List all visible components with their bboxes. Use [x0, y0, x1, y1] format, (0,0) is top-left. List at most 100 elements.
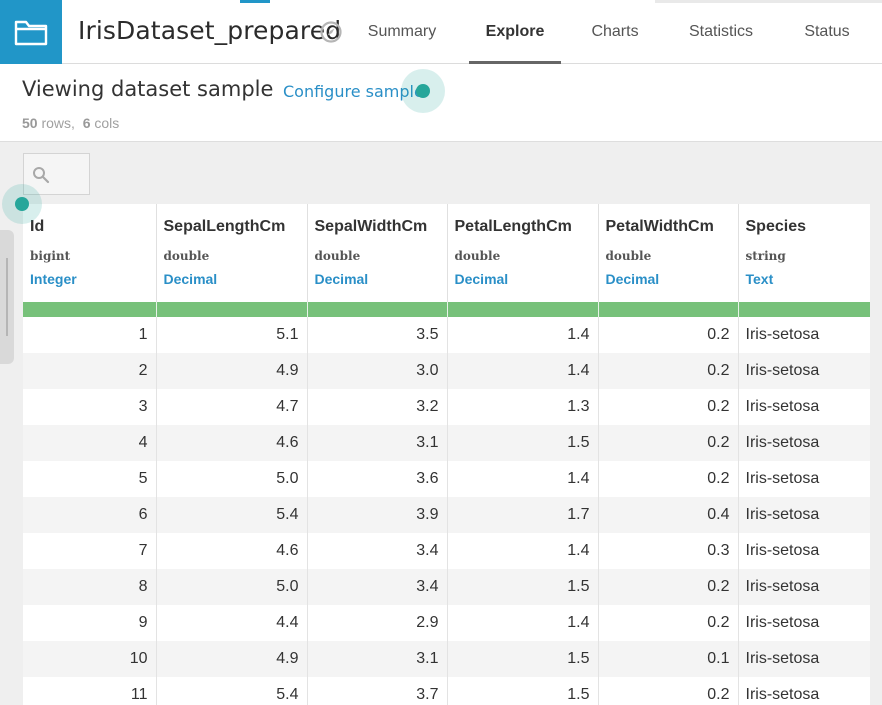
- column-meaning[interactable]: Integer: [30, 271, 156, 287]
- table-cell[interactable]: 0.2: [598, 353, 739, 389]
- table-cell[interactable]: 1: [23, 317, 157, 353]
- table-cell[interactable]: 2: [23, 353, 157, 389]
- table-cell[interactable]: 3.6: [307, 461, 448, 497]
- table-cell[interactable]: 1.5: [447, 677, 599, 705]
- table-cell[interactable]: 4.6: [156, 425, 308, 461]
- tab-charts[interactable]: Charts: [575, 0, 655, 64]
- table-cell[interactable]: 1.4: [447, 353, 599, 389]
- table-cell[interactable]: 5.4: [156, 677, 308, 705]
- table-cell[interactable]: 6: [23, 497, 157, 533]
- table-cell[interactable]: 1.5: [447, 425, 599, 461]
- table-cell[interactable]: 1.5: [447, 569, 599, 605]
- tab-statistics[interactable]: Statistics: [672, 0, 770, 64]
- table-cell[interactable]: 8: [23, 569, 157, 605]
- table-cell[interactable]: 3.4: [307, 569, 448, 605]
- column-meaning[interactable]: Decimal: [315, 271, 447, 287]
- table-cell[interactable]: Iris-setosa: [738, 497, 870, 533]
- table-cell[interactable]: 0.2: [598, 425, 739, 461]
- column-name[interactable]: Species: [746, 218, 871, 236]
- column-header-id[interactable]: Id bigint Integer: [23, 204, 157, 302]
- table-cell[interactable]: Iris-setosa: [738, 425, 870, 461]
- column-header-sepal-width[interactable]: SepalWidthCm double Decimal: [307, 204, 448, 302]
- table-cell[interactable]: 0.2: [598, 677, 739, 705]
- quality-bar[interactable]: [23, 302, 157, 317]
- column-meaning[interactable]: Decimal: [164, 271, 307, 287]
- table-cell[interactable]: Iris-setosa: [738, 677, 870, 705]
- table-cell[interactable]: 0.1: [598, 641, 739, 677]
- quality-bar[interactable]: [156, 302, 308, 317]
- tab-status[interactable]: Status: [790, 0, 864, 64]
- table-cell[interactable]: 10: [23, 641, 157, 677]
- table-cell[interactable]: 3: [23, 389, 157, 425]
- table-cell[interactable]: 3.7: [307, 677, 448, 705]
- table-cell[interactable]: 4.6: [156, 533, 308, 569]
- side-panel-handle[interactable]: [0, 230, 14, 364]
- table-cell[interactable]: Iris-setosa: [738, 461, 870, 497]
- column-meaning[interactable]: Decimal: [455, 271, 598, 287]
- compass-icon[interactable]: [320, 21, 342, 43]
- table-cell[interactable]: 0.2: [598, 317, 739, 353]
- dataset-home-button[interactable]: [0, 0, 62, 64]
- column-name[interactable]: SepalLengthCm: [164, 218, 307, 236]
- table-cell[interactable]: 0.2: [598, 605, 739, 641]
- table-cell[interactable]: 1.4: [447, 461, 599, 497]
- table-cell[interactable]: 4: [23, 425, 157, 461]
- quality-bar[interactable]: [307, 302, 448, 317]
- table-cell[interactable]: Iris-setosa: [738, 605, 870, 641]
- table-cell[interactable]: 1.4: [447, 533, 599, 569]
- table-cell[interactable]: 3.1: [307, 425, 448, 461]
- column-name[interactable]: Id: [30, 218, 156, 236]
- table-cell[interactable]: Iris-setosa: [738, 533, 870, 569]
- column-name[interactable]: PetalWidthCm: [606, 218, 738, 236]
- table-cell[interactable]: Iris-setosa: [738, 641, 870, 677]
- table-cell[interactable]: 4.9: [156, 353, 308, 389]
- table-cell[interactable]: Iris-setosa: [738, 569, 870, 605]
- quality-bar[interactable]: [447, 302, 599, 317]
- quality-bar[interactable]: [738, 302, 870, 317]
- table-cell[interactable]: 1.3: [447, 389, 599, 425]
- table-cell[interactable]: 0.4: [598, 497, 739, 533]
- table-cell[interactable]: 4.9: [156, 641, 308, 677]
- table-cell[interactable]: 3.4: [307, 533, 448, 569]
- table-cell[interactable]: 3.5: [307, 317, 448, 353]
- tab-summary[interactable]: Summary: [352, 0, 452, 64]
- table-cell[interactable]: 5: [23, 461, 157, 497]
- table-cell[interactable]: 9: [23, 605, 157, 641]
- table-cell[interactable]: 1.4: [447, 317, 599, 353]
- table-cell[interactable]: 0.3: [598, 533, 739, 569]
- table-cell[interactable]: Iris-setosa: [738, 353, 870, 389]
- column-meaning[interactable]: Decimal: [606, 271, 738, 287]
- table-cell[interactable]: 5.4: [156, 497, 308, 533]
- table-cell[interactable]: 5.0: [156, 569, 308, 605]
- table-cell[interactable]: 0.2: [598, 389, 739, 425]
- column-header-petal-width[interactable]: PetalWidthCm double Decimal: [598, 204, 739, 302]
- table-cell[interactable]: 2.9: [307, 605, 448, 641]
- table-cell[interactable]: 11: [23, 677, 157, 705]
- tab-explore[interactable]: Explore: [469, 0, 561, 64]
- table-cell[interactable]: 1.7: [447, 497, 599, 533]
- column-name[interactable]: PetalLengthCm: [455, 218, 598, 236]
- table-cell[interactable]: 3.0: [307, 353, 448, 389]
- quality-bar[interactable]: [598, 302, 739, 317]
- table-cell[interactable]: Iris-setosa: [738, 317, 870, 353]
- table-cell[interactable]: 7: [23, 533, 157, 569]
- column-header-sepal-length[interactable]: SepalLengthCm double Decimal: [156, 204, 308, 302]
- dataset-title[interactable]: IrisDataset_prepared: [78, 16, 341, 45]
- column-header-petal-length[interactable]: PetalLengthCm double Decimal: [447, 204, 599, 302]
- column-meaning[interactable]: Text: [746, 271, 871, 287]
- cols-count: 6: [82, 115, 91, 131]
- table-cell[interactable]: 5.0: [156, 461, 308, 497]
- table-cell[interactable]: 4.7: [156, 389, 308, 425]
- column-header-species[interactable]: Species string Text: [738, 204, 870, 302]
- table-cell[interactable]: 3.1: [307, 641, 448, 677]
- table-cell[interactable]: 3.9: [307, 497, 448, 533]
- table-cell[interactable]: Iris-setosa: [738, 389, 870, 425]
- table-cell[interactable]: 1.4: [447, 605, 599, 641]
- table-cell[interactable]: 5.1: [156, 317, 308, 353]
- table-cell[interactable]: 0.2: [598, 461, 739, 497]
- table-cell[interactable]: 0.2: [598, 569, 739, 605]
- table-cell[interactable]: 4.4: [156, 605, 308, 641]
- table-cell[interactable]: 1.5: [447, 641, 599, 677]
- column-name[interactable]: SepalWidthCm: [315, 218, 447, 236]
- table-cell[interactable]: 3.2: [307, 389, 448, 425]
